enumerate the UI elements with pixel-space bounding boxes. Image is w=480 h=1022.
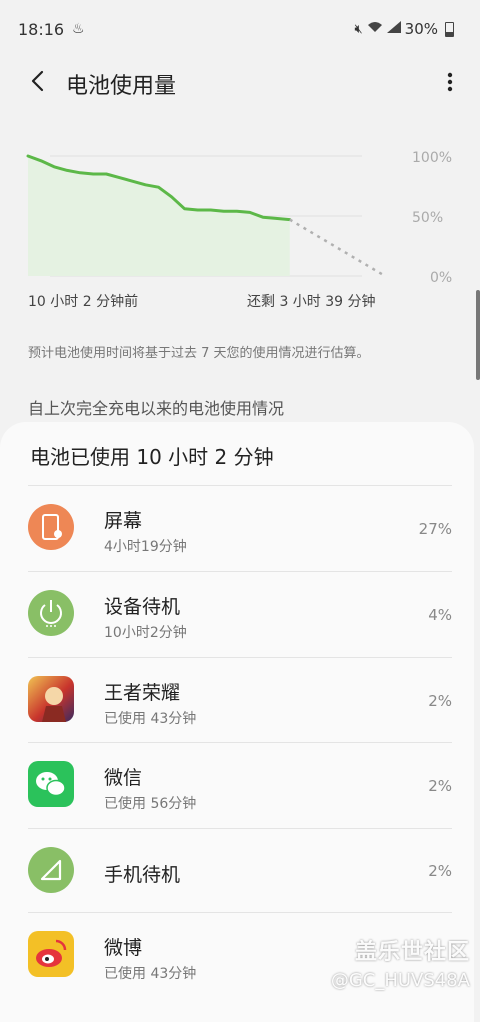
item-percent: 2% xyxy=(428,777,452,795)
item-percent: 27% xyxy=(418,520,452,538)
usage-item-screen[interactable]: 屏幕 4小时19分钟 27% xyxy=(0,486,474,571)
cell-standby-icon xyxy=(28,847,74,893)
y-label-50: 50% xyxy=(412,210,444,226)
notification-app-icon: ♨ xyxy=(72,21,85,37)
power-icon xyxy=(28,590,74,636)
weibo-icon xyxy=(28,931,74,977)
status-time: 18:16 xyxy=(18,20,65,39)
item-percent: 2% xyxy=(428,862,452,880)
game-app-icon xyxy=(28,676,74,722)
item-name: 微信 xyxy=(104,767,143,789)
mute-icon: 🔇︎ xyxy=(354,21,363,37)
item-sub: 4小时19分钟 xyxy=(104,539,187,555)
usage-item-cell-standby[interactable]: 手机待机 2% xyxy=(0,829,474,914)
item-percent: 2% xyxy=(428,692,452,710)
wechat-icon xyxy=(28,761,74,807)
screen-icon xyxy=(28,504,74,550)
battery-icon xyxy=(445,21,454,37)
usage-item-wechat[interactable]: 微信 已使用 56分钟 2% xyxy=(0,743,474,828)
usage-item-device-standby[interactable]: 设备待机 10小时2分钟 4% xyxy=(0,572,474,657)
scroll-handle[interactable] xyxy=(476,290,480,380)
item-sub: 已使用 43分钟 xyxy=(104,966,197,982)
wifi-icon xyxy=(367,21,383,37)
item-sub: 已使用 56分钟 xyxy=(104,796,197,812)
item-name: 手机待机 xyxy=(104,864,181,886)
battery-percent: 30% xyxy=(404,20,438,38)
item-name: 设备待机 xyxy=(104,596,181,618)
status-bar: 18:16 ♨ 🔇︎ 30% xyxy=(0,0,480,60)
card-title: 电池已使用 10 小时 2 分钟 xyxy=(30,445,274,469)
watermark-title: 盖乐世社区 xyxy=(354,940,470,965)
x-label-start: 10 小时 2 分钟前 xyxy=(28,294,139,310)
watermark: 盖乐世社区 @GC_HUVS48A xyxy=(331,934,470,991)
back-arrow-icon xyxy=(31,70,44,92)
y-label-100: 100% xyxy=(412,150,453,166)
page-title: 电池使用量 xyxy=(66,74,177,99)
app-bar: 电池使用量 xyxy=(0,60,480,104)
estimate-note: 预计电池使用时间将基于过去 7 天您的使用情况进行估算。 xyxy=(28,346,370,361)
back-button[interactable] xyxy=(24,66,54,96)
item-name: 王者荣耀 xyxy=(104,682,181,704)
x-label-end: 还剩 3 小时 39 分钟 xyxy=(247,294,376,310)
battery-usage-chart xyxy=(26,154,386,278)
section-title: 自上次完全充电以来的电池使用情况 xyxy=(28,399,285,418)
more-vertical-icon xyxy=(447,72,453,92)
status-icons: 🔇︎ 30% xyxy=(354,20,454,38)
more-options-button[interactable] xyxy=(444,68,456,96)
projection-line xyxy=(289,218,386,278)
item-name: 屏幕 xyxy=(104,510,143,532)
y-label-0: 0% xyxy=(430,270,453,286)
usage-item-wangzherongyao[interactable]: 王者荣耀 已使用 43分钟 2% xyxy=(0,658,474,743)
item-name: 微博 xyxy=(104,937,143,959)
chart-area-fill xyxy=(28,156,290,276)
watermark-handle: @GC_HUVS48A xyxy=(330,970,470,991)
signal-icon xyxy=(386,21,401,37)
item-percent: 4% xyxy=(428,606,452,624)
item-sub: 10小时2分钟 xyxy=(104,625,187,641)
item-sub: 已使用 43分钟 xyxy=(104,711,197,727)
